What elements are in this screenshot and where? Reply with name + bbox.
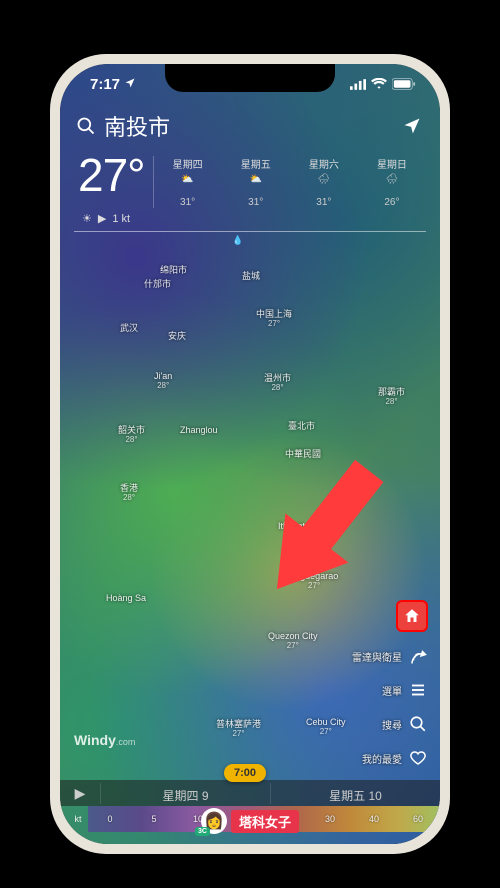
map-city-label[interactable]: 盐城 [242, 272, 260, 282]
forecast-icon: ⛅ [224, 174, 288, 194]
phone-frame: 什邡市 绵阳市盐城武汉安庆 中国上海27° Ji'an28° 温州市28° 那霸市28° 韶… [50, 54, 450, 854]
map-city-label[interactable]: 普林塞萨港27° [216, 720, 261, 739]
cell-signal-icon [350, 79, 366, 90]
timeline[interactable]: ▶ 星期四 9星期五 10 [60, 780, 440, 806]
scale-tick: 0 [88, 814, 132, 824]
battery-icon [392, 78, 416, 90]
radar-button[interactable]: 雷達與衛星 [352, 646, 428, 666]
forecast-icon: 🌧 [292, 174, 356, 194]
search-icon [408, 714, 428, 734]
current-temperature: 27° [78, 152, 145, 198]
search-button[interactable]: 搜尋 [382, 714, 428, 734]
watermark-badge: 3C [195, 827, 210, 836]
status-time: 7:17 [90, 76, 120, 93]
location-header[interactable]: 南投市 [60, 104, 440, 150]
forecast-day[interactable]: 星期四 ⛅ 31° [154, 156, 222, 208]
wifi-icon [371, 78, 387, 90]
forecast-temp: 26° [360, 197, 424, 208]
search-icon [76, 116, 96, 136]
wind-dir-icon: ▶ [98, 212, 106, 225]
map-city-label[interactable]: 什邡市 [144, 280, 171, 290]
scale-tick: 5 [132, 814, 176, 824]
scale-tick: 40 [352, 814, 396, 824]
forecast-day[interactable]: 星期六 🌧 31° [290, 156, 358, 208]
drop-icon: 💧 [232, 235, 243, 239]
annotation-arrow [230, 444, 410, 624]
map-city-label[interactable]: 中国上海27° [256, 310, 292, 329]
scale-tick: 60 [396, 814, 440, 824]
map-city-label[interactable]: Cebu City27° [306, 718, 346, 737]
menu-icon [408, 680, 428, 700]
map-city-label[interactable]: Ji'an28° [154, 372, 172, 391]
map-city-label[interactable]: 温州市28° [264, 374, 291, 393]
favorite-button[interactable]: 我的最愛 [362, 748, 428, 768]
map-city-label[interactable]: Zhanglou [180, 426, 218, 436]
map-city-label[interactable]: 臺北市 [288, 422, 315, 432]
watermark-text: 塔科女子 [231, 810, 299, 833]
location-arrow-icon [124, 76, 136, 93]
locate-me-icon[interactable] [402, 116, 422, 136]
map-city-label[interactable]: 安庆 [168, 332, 186, 342]
map-city-label[interactable]: 那霸市28° [378, 388, 405, 407]
map-city-label[interactable]: 绵阳市 [160, 266, 187, 276]
map-city-label[interactable]: Quezon City27° [268, 632, 318, 651]
divider [74, 231, 426, 232]
timeline-day[interactable]: 星期五 10 [270, 783, 440, 804]
forecast-day-name: 星期日 [360, 156, 424, 171]
time-marker[interactable]: 7:00 [224, 764, 266, 782]
play-button[interactable]: ▶ [60, 785, 100, 802]
sun-icon: ☀ [82, 212, 92, 225]
windy-brand: Windy.com [74, 732, 135, 748]
heart-icon [408, 748, 428, 768]
forecast-day-name: 星期四 [156, 156, 220, 171]
scale-unit: kt [60, 814, 88, 824]
watermark: 👩 3C 塔科女子 [201, 808, 299, 834]
forecast-icon: 🌧 [360, 174, 424, 194]
forecast-icon: ⛅ [156, 174, 220, 194]
forecast-temp: 31° [156, 197, 220, 208]
wind-speed: 1 kt [112, 213, 130, 225]
forecast-day-name: 星期六 [292, 156, 356, 171]
map-city-label[interactable]: 韶关市28° [118, 426, 145, 445]
forecast-temp: 31° [292, 197, 356, 208]
forecast-day[interactable]: 星期五 ⛅ 31° [222, 156, 290, 208]
map-city-label[interactable]: 香港28° [120, 484, 138, 503]
map-city-label[interactable]: Hoàng Sa [106, 594, 146, 604]
forecast-day-name: 星期五 [224, 156, 288, 171]
map-tools: 主頁 雷達與衛星 選單 搜尋 [352, 600, 428, 768]
forecast-row[interactable]: 星期四 ⛅ 31° 星期五 ⛅ 31° 星期六 🌧 31° 星期日 🌧 26° [153, 156, 426, 208]
radar-icon [408, 646, 428, 666]
menu-button[interactable]: 選單 [382, 680, 428, 700]
location-name: 南投市 [104, 110, 402, 142]
forecast-temp: 31° [224, 197, 288, 208]
scale-tick: 30 [308, 814, 352, 824]
timeline-day[interactable]: 星期四 9 [100, 783, 270, 804]
forecast-day[interactable]: 星期日 🌧 26° [358, 156, 426, 208]
phone-notch [165, 64, 335, 92]
map-city-label[interactable]: 武汉 [120, 324, 138, 334]
